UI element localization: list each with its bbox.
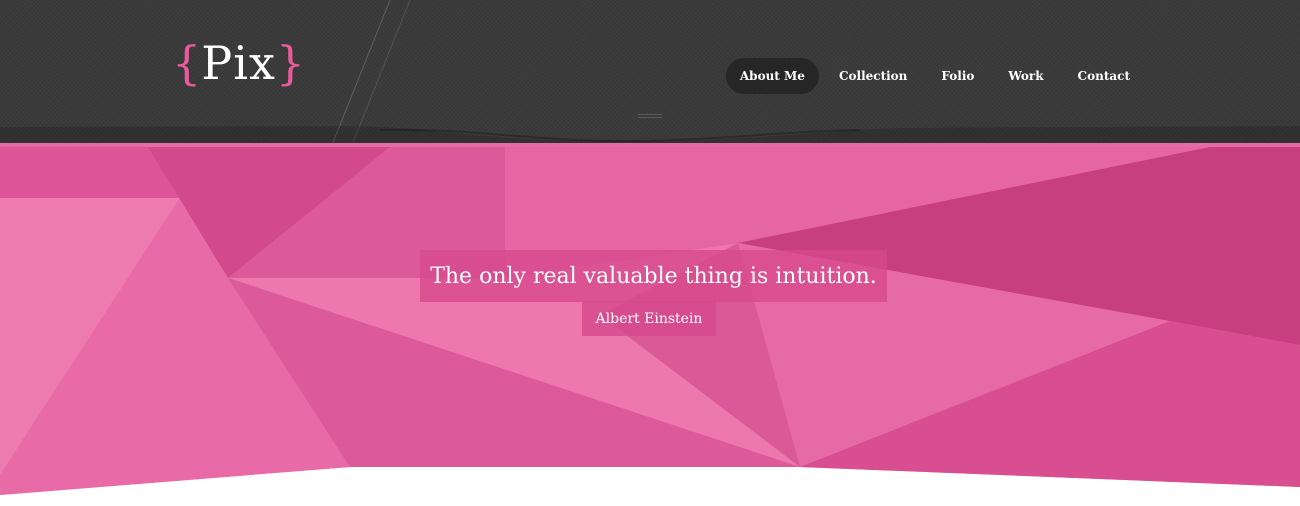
main-nav: About Me Collection Folio Work Contact (725, 58, 1144, 94)
menu-handle-icon[interactable] (638, 114, 662, 120)
site-header: { Pix } About Me Collection Folio Work C… (0, 0, 1300, 145)
hero-quote-box: The only real valuable thing is intuitio… (420, 250, 887, 302)
logo-text: Pix (201, 36, 276, 90)
hero-author-box: Albert Einstein (582, 301, 716, 336)
nav-item-folio[interactable]: Folio (927, 58, 988, 94)
nav-item-collection[interactable]: Collection (825, 58, 921, 94)
nav-item-contact[interactable]: Contact (1064, 58, 1144, 94)
logo-close-brace: } (275, 36, 306, 90)
nav-item-work[interactable]: Work (994, 58, 1057, 94)
logo-open-brace: { (172, 36, 202, 90)
site-logo[interactable]: { Pix } (172, 33, 305, 93)
page: { Pix } About Me Collection Folio Work C… (0, 0, 1300, 506)
nav-item-about-me[interactable]: About Me (725, 58, 819, 94)
hero-author: Albert Einstein (595, 310, 703, 327)
hero-quote: The only real valuable thing is intuitio… (430, 263, 877, 289)
